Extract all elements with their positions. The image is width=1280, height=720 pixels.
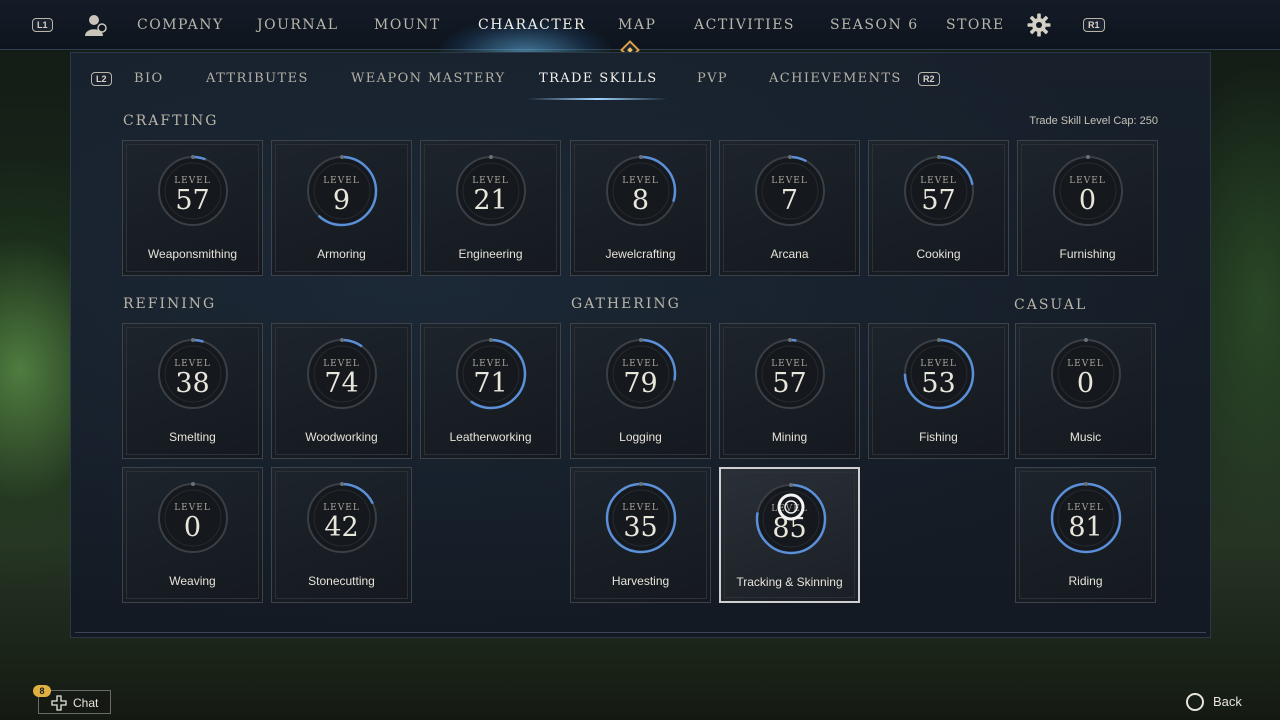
circle-button-icon	[1186, 693, 1204, 711]
section-casual: CASUAL	[1014, 297, 1088, 313]
section-crafting: CRAFTING	[123, 113, 219, 129]
skill-level: 0	[183, 512, 202, 543]
skill-card-logging[interactable]: LEVEL 79 Logging	[570, 323, 711, 459]
skill-level: 0	[1076, 368, 1095, 399]
nav-season[interactable]: SEASON 6	[830, 17, 919, 33]
chat-label: Chat	[73, 696, 99, 710]
skill-card-leatherworking[interactable]: LEVEL 71 Leatherworking	[420, 323, 561, 459]
skill-level: 57	[921, 185, 956, 216]
skill-level: 53	[921, 368, 956, 399]
cursor-icon	[777, 493, 805, 521]
skill-name: Mining	[771, 430, 808, 444]
chat-badge: 8	[33, 685, 51, 697]
gear-icon[interactable]	[1027, 13, 1051, 37]
nav-activities[interactable]: ACTIVITIES	[694, 17, 795, 33]
nav-mount[interactable]: MOUNT	[374, 17, 441, 33]
skill-level: 7	[780, 185, 799, 216]
skill-name: Tracking & Skinning	[736, 575, 843, 589]
skill-level: 35	[623, 512, 658, 543]
skill-card-music[interactable]: LEVEL 0 Music	[1015, 323, 1156, 459]
skill-level: 9	[332, 185, 351, 216]
dpad-icon	[51, 695, 67, 711]
skill-level: 74	[324, 368, 359, 399]
skill-card-woodworking[interactable]: LEVEL 74 Woodworking	[271, 323, 412, 459]
skill-name: Smelting	[169, 430, 216, 444]
skill-level: 71	[473, 368, 508, 399]
skill-name: Weaving	[169, 574, 216, 588]
section-gathering: GATHERING	[571, 296, 681, 312]
skill-level: 81	[1068, 512, 1103, 543]
skill-name: Weaponsmithing	[147, 247, 238, 261]
skill-level: 57	[772, 368, 807, 399]
tab-pvp[interactable]: PVP	[697, 71, 728, 86]
skill-name: Armoring	[317, 247, 366, 261]
skill-level: 38	[175, 368, 210, 399]
skill-name: Stonecutting	[308, 574, 375, 588]
skill-card-cooking[interactable]: LEVEL 57 Cooking	[868, 140, 1009, 276]
top-nav: L1 COMPANY JOURNAL MOUNT CHARACTER MAP A…	[0, 0, 1280, 54]
skill-card-arcana[interactable]: LEVEL 7 Arcana	[719, 140, 860, 276]
skill-name: Logging	[619, 430, 662, 444]
skill-card-tracking-skinning[interactable]: LEVEL 85 Tracking & Skinning	[719, 467, 860, 603]
skill-name: Jewelcrafting	[605, 247, 676, 261]
skill-card-harvesting[interactable]: LEVEL 35 Harvesting	[570, 467, 711, 603]
skill-card-weaving[interactable]: LEVEL 0 Weaving	[122, 467, 263, 603]
tab-attributes[interactable]: ATTRIBUTES	[206, 71, 309, 86]
l1-button[interactable]: L1	[32, 18, 53, 32]
tab-weapon-mastery[interactable]: WEAPON MASTERY	[351, 71, 506, 86]
tab-trade-skills[interactable]: TRADE SKILLS	[539, 71, 658, 86]
profile-icon[interactable]	[82, 12, 108, 38]
skill-card-riding[interactable]: LEVEL 81 Riding	[1015, 467, 1156, 603]
skill-level: 42	[324, 512, 359, 543]
level-cap-text: Trade Skill Level Cap: 250	[1029, 115, 1158, 127]
tab-bio[interactable]: BIO	[134, 71, 164, 86]
skill-level: 57	[175, 185, 210, 216]
active-tab-underline	[527, 98, 667, 100]
skill-name: Arcana	[770, 247, 809, 261]
skill-level: 8	[631, 185, 650, 216]
l2-button[interactable]: L2	[91, 72, 112, 86]
skill-name: Leatherworking	[449, 430, 532, 444]
skill-level: 79	[623, 368, 658, 399]
skill-name: Fishing	[919, 430, 958, 444]
nav-journal[interactable]: JOURNAL	[257, 17, 339, 33]
skill-name: Riding	[1068, 574, 1103, 588]
nav-map[interactable]: MAP	[618, 17, 656, 33]
tab-achievements[interactable]: ACHIEVEMENTS	[769, 71, 902, 86]
skill-card-armoring[interactable]: LEVEL 9 Armoring	[271, 140, 412, 276]
skill-card-mining[interactable]: LEVEL 57 Mining	[719, 323, 860, 459]
skill-card-furnishing[interactable]: LEVEL 0 Furnishing	[1017, 140, 1158, 276]
section-refining: REFINING	[123, 296, 217, 312]
back-label: Back	[1213, 694, 1242, 709]
skill-name: Engineering	[458, 247, 523, 261]
r1-button[interactable]: R1	[1083, 18, 1105, 32]
nav-company[interactable]: COMPANY	[137, 17, 224, 33]
trade-skills-panel: L2 BIO ATTRIBUTES WEAPON MASTERY TRADE S…	[70, 52, 1211, 638]
skill-name: Woodworking	[305, 430, 378, 444]
skill-card-stonecutting[interactable]: LEVEL 42 Stonecutting	[271, 467, 412, 603]
back-button[interactable]: Back	[1186, 692, 1256, 712]
skill-level: 0	[1078, 185, 1097, 216]
skill-name: Harvesting	[611, 574, 670, 588]
skill-card-jewelcrafting[interactable]: LEVEL 8 Jewelcrafting	[570, 140, 711, 276]
skill-card-fishing[interactable]: LEVEL 53 Fishing	[868, 323, 1009, 459]
skill-name: Music	[1069, 430, 1102, 444]
skill-card-smelting[interactable]: LEVEL 38 Smelting	[122, 323, 263, 459]
skill-card-weaponsmithing[interactable]: LEVEL 57 Weaponsmithing	[122, 140, 263, 276]
skill-name: Cooking	[916, 247, 961, 261]
r2-button[interactable]: R2	[918, 72, 940, 86]
sub-nav: L2 BIO ATTRIBUTES WEAPON MASTERY TRADE S…	[71, 53, 1210, 101]
nav-character[interactable]: CHARACTER	[478, 17, 586, 33]
nav-store[interactable]: STORE	[946, 17, 1005, 33]
chat-button[interactable]: 8 Chat	[33, 685, 111, 714]
skill-level: 21	[473, 185, 508, 216]
skill-card-engineering[interactable]: LEVEL 21 Engineering	[420, 140, 561, 276]
skill-name: Furnishing	[1059, 247, 1116, 261]
